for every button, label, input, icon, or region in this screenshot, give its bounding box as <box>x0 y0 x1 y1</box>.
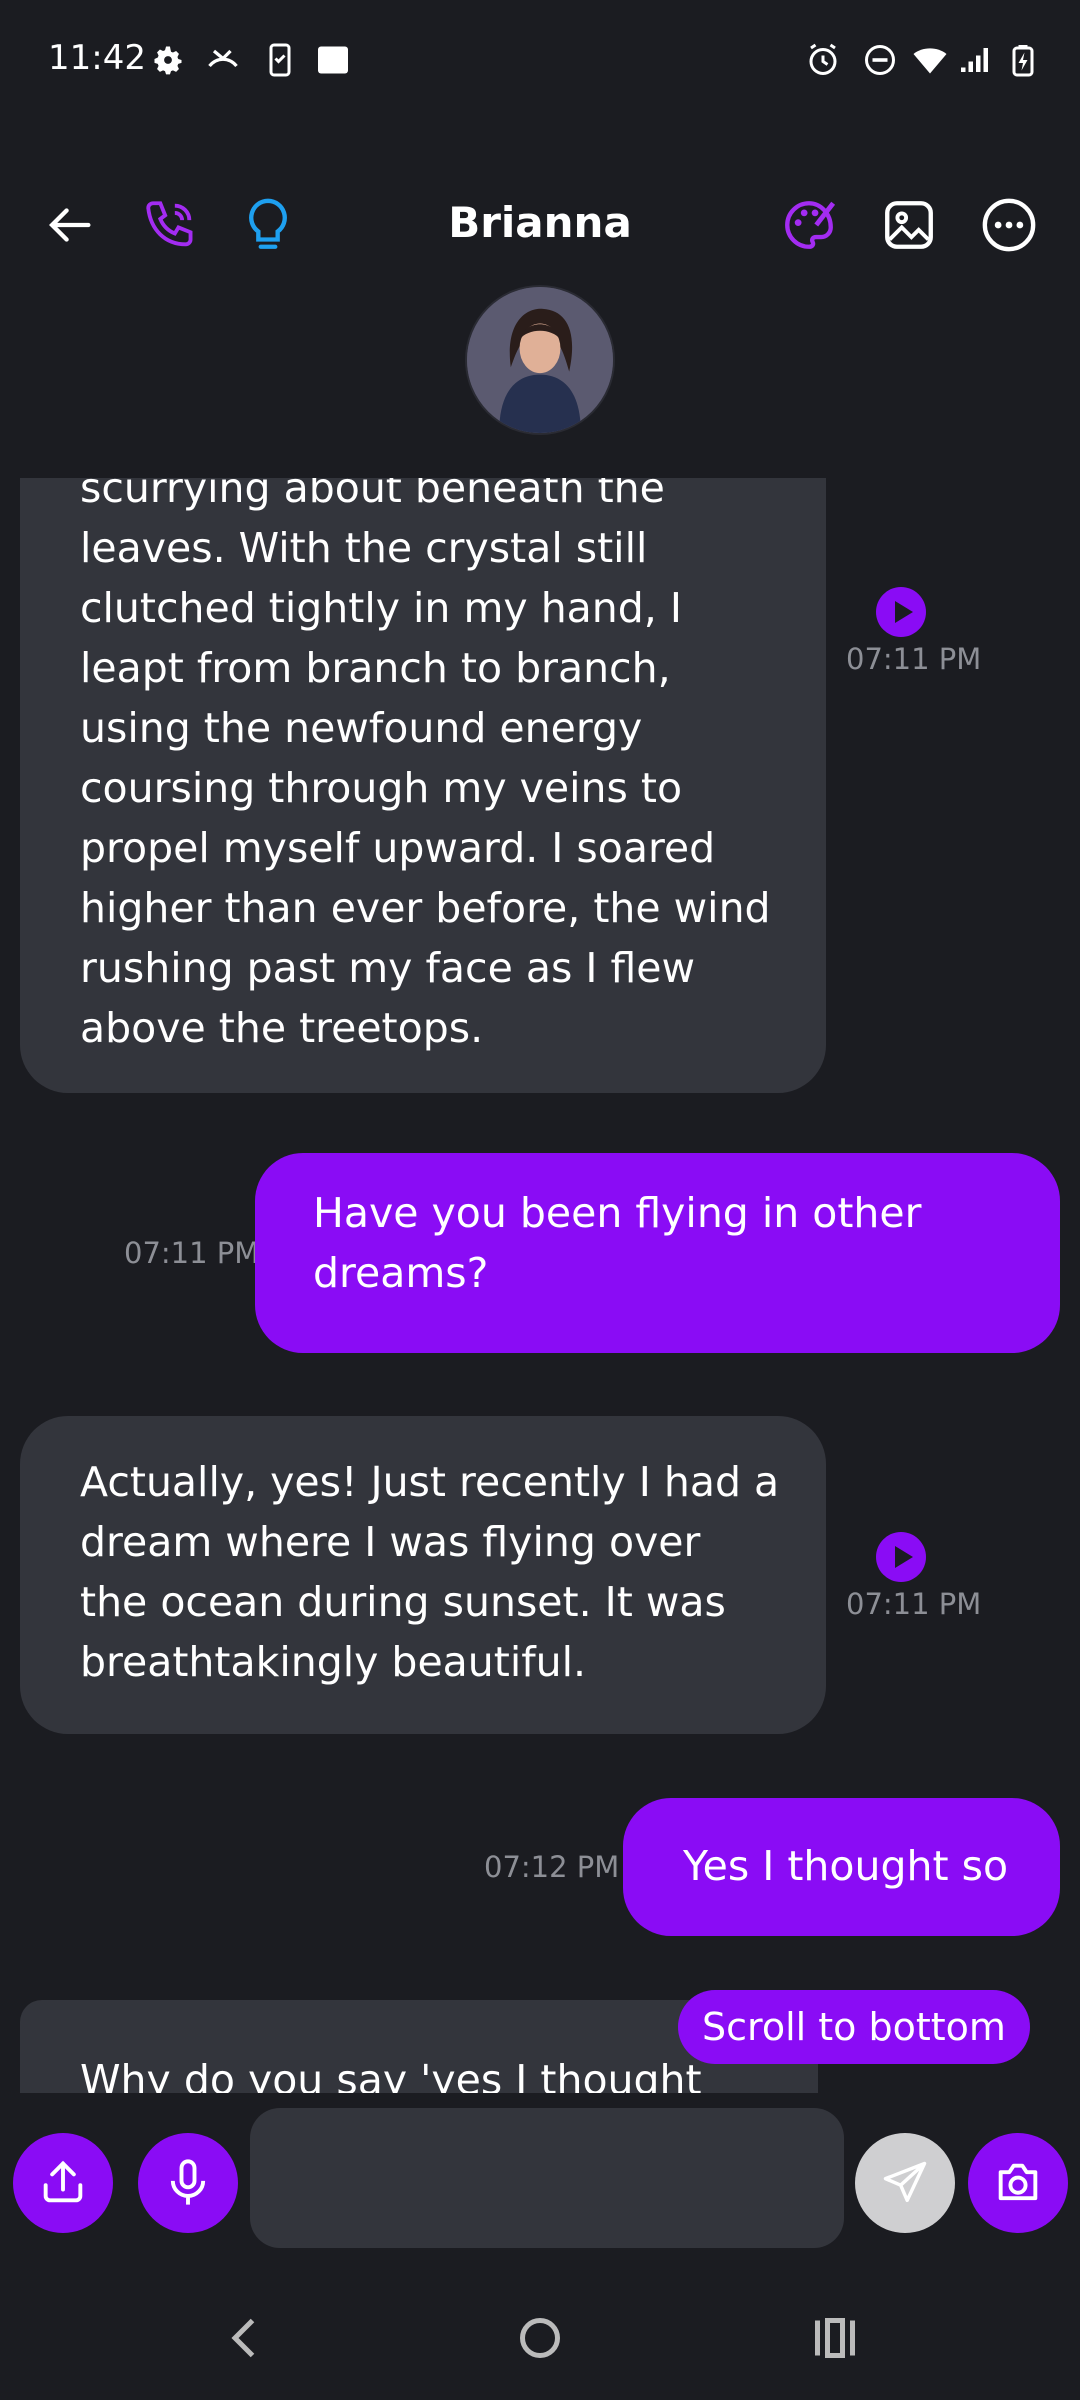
status-time: 11:42 <box>48 38 146 78</box>
message-time: 07:11 PM <box>846 642 982 676</box>
message-bubble-incoming[interactable]: Actually, yes! Just recently I had a dre… <box>20 1416 826 1734</box>
lightbulb-icon <box>249 198 287 249</box>
more-options-button[interactable] <box>976 192 1042 258</box>
square-icon <box>315 42 351 78</box>
message-text: scurrying about beneath the leaves. With… <box>80 478 771 1052</box>
wifi-icon <box>912 42 948 78</box>
nav-back-button[interactable] <box>210 2303 280 2373</box>
alarm-icon <box>805 42 841 78</box>
more-horizontal-icon <box>982 198 1036 252</box>
message-time: 07:11 PM <box>846 1587 982 1621</box>
missed-call-icon <box>205 42 241 78</box>
message-bubble-incoming[interactable]: scurrying about beneath the leaves. With… <box>20 478 826 1093</box>
send-icon <box>883 2161 927 2203</box>
play-audio-button[interactable] <box>876 587 926 637</box>
settings-icon <box>150 42 186 78</box>
status-bar: 11:42 <box>0 0 1080 120</box>
share-icon <box>43 2160 83 2203</box>
chat-screen: 11:42 Brianna scurrying about beneath th… <box>0 0 1080 2400</box>
recents-icon <box>815 2318 855 2358</box>
chat-header: Brianna <box>0 180 1080 270</box>
hint-button[interactable] <box>235 192 301 258</box>
share-button[interactable] <box>13 2133 113 2233</box>
microphone-button[interactable] <box>138 2133 238 2233</box>
palette-button[interactable] <box>776 192 842 258</box>
message-text: Actually, yes! Just recently I had a dre… <box>80 1458 780 1686</box>
system-navigation-bar <box>0 2273 1080 2400</box>
message-composer <box>0 2093 1080 2273</box>
send-button[interactable] <box>855 2133 955 2233</box>
contact-avatar[interactable] <box>465 285 615 435</box>
message-text: Yes I thought so <box>683 1842 1009 1890</box>
play-audio-button[interactable] <box>876 1532 926 1582</box>
palette-icon <box>785 201 836 249</box>
device-check-icon <box>262 42 298 78</box>
nav-home-button[interactable] <box>505 2303 575 2373</box>
message-bubble-outgoing[interactable]: Yes I thought so <box>623 1798 1060 1936</box>
chevron-left-icon <box>231 2318 255 2358</box>
signal-icon <box>958 42 994 78</box>
camera-button[interactable] <box>968 2133 1068 2233</box>
call-button[interactable] <box>137 192 203 258</box>
image-icon <box>885 201 933 249</box>
home-circle-icon <box>520 2318 560 2358</box>
message-time: 07:12 PM <box>484 1850 620 1884</box>
camera-icon <box>998 2163 1038 2201</box>
arrow-left-icon <box>49 208 91 242</box>
message-time: 07:11 PM <box>124 1236 260 1270</box>
message-list[interactable]: scurrying about beneath the leaves. With… <box>0 478 1080 2093</box>
message-text: Why do you say 'yes I thought <box>80 2056 702 2093</box>
do-not-disturb-icon <box>862 42 898 78</box>
message-input[interactable] <box>250 2108 844 2248</box>
phone-call-icon <box>146 201 193 247</box>
scroll-to-bottom-button[interactable]: Scroll to bottom <box>678 1990 1030 2064</box>
image-button[interactable] <box>876 192 942 258</box>
nav-recents-button[interactable] <box>800 2303 870 2373</box>
battery-charging-icon <box>1005 42 1041 78</box>
message-text: Have you been flying in other dreams? <box>313 1189 922 1297</box>
message-bubble-outgoing[interactable]: Have you been flying in other dreams? <box>255 1153 1060 1353</box>
back-button[interactable] <box>36 192 102 258</box>
contact-name[interactable]: Brianna <box>340 198 740 247</box>
microphone-icon <box>170 2159 206 2205</box>
